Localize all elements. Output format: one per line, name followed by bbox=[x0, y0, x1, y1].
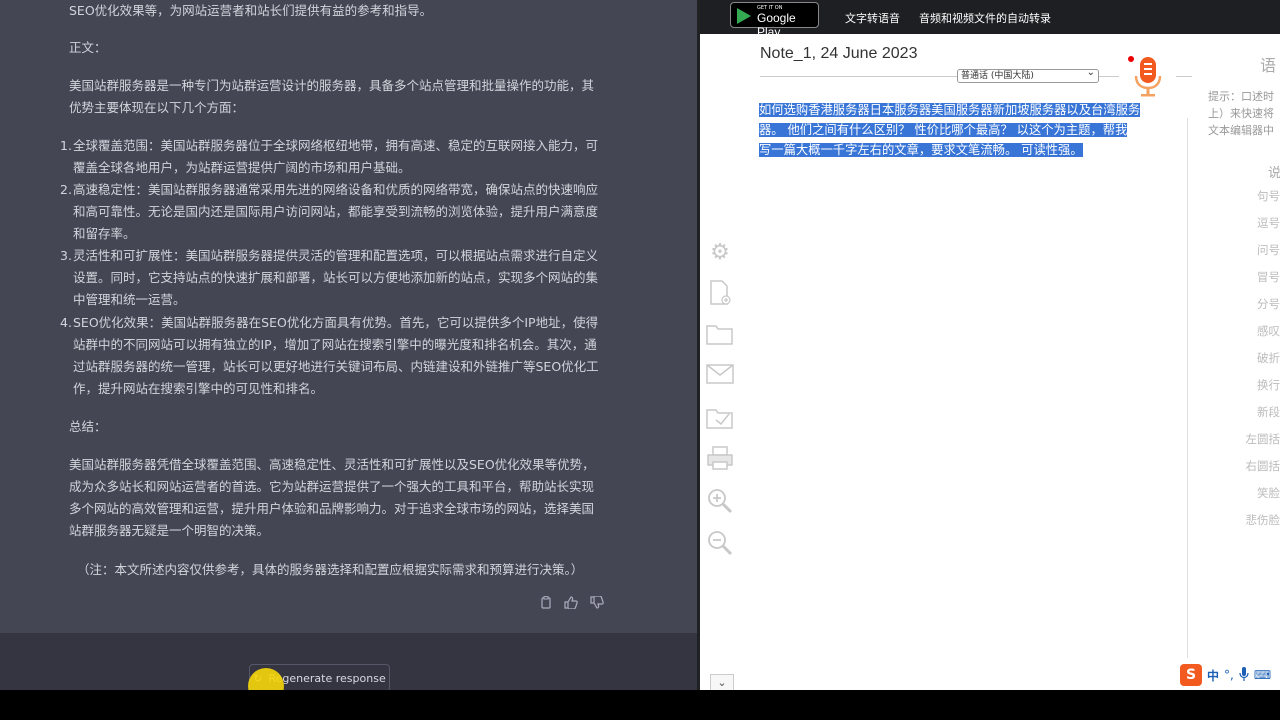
command-item[interactable]: 右圆括 bbox=[1246, 458, 1280, 474]
command-item[interactable]: 左圆括 bbox=[1246, 431, 1280, 447]
command-item[interactable]: 换行 bbox=[1257, 377, 1280, 393]
voice-input-icon[interactable] bbox=[1239, 666, 1249, 684]
email-icon[interactable] bbox=[706, 364, 734, 390]
zoom-out-icon[interactable] bbox=[706, 530, 734, 556]
app-topbar: GET IT ON Google Play 文字转语音 音频和视频文件的自动转录 bbox=[700, 0, 1280, 39]
zoom-in-icon[interactable] bbox=[706, 488, 734, 514]
command-item[interactable]: 句号 bbox=[1257, 188, 1280, 204]
google-play-icon bbox=[737, 8, 751, 24]
intro-line: SEO优化效果等，为网站运营者和站长们提供有益的参考和指导。 bbox=[69, 3, 433, 18]
list-item: 4. SEO优化效果：美国站群服务器在SEO优化方面具有优势。首先，它可以提供多… bbox=[60, 315, 599, 396]
copy-icon[interactable] bbox=[540, 596, 552, 612]
command-item[interactable]: 破折 bbox=[1257, 350, 1280, 366]
google-play-badge[interactable]: GET IT ON Google Play bbox=[730, 2, 819, 39]
command-item[interactable]: 笑脸 bbox=[1257, 485, 1280, 501]
summary-paragraph: 美国站群服务器凭借全球覆盖范围、高速稳定性、灵活性和可扩展性以及SEO优化效果等… bbox=[69, 457, 595, 538]
ime-language-toggle[interactable]: 中 bbox=[1207, 667, 1219, 684]
language-select[interactable]: 普通话 (中国大陆) bbox=[957, 67, 1099, 83]
command-item[interactable]: 感叹 bbox=[1257, 323, 1280, 339]
command-item[interactable]: 问号 bbox=[1257, 242, 1280, 258]
open-folder-icon[interactable] bbox=[706, 323, 734, 349]
print-icon[interactable] bbox=[706, 446, 734, 472]
command-item[interactable]: 分号 bbox=[1257, 296, 1280, 312]
nav-auto-transcription[interactable]: 音频和视频文件的自动转录 bbox=[919, 10, 1051, 26]
sogou-logo-icon[interactable]: S bbox=[1180, 664, 1202, 686]
list-item: 2. 高速稳定性：美国站群服务器通常采用先进的网络设备和优质的网络带宽，确保站点… bbox=[60, 182, 599, 241]
microphone-icon[interactable] bbox=[1133, 56, 1163, 102]
input-method-toolbar: S 中 °, ⌨ bbox=[1180, 662, 1280, 688]
new-document-icon[interactable] bbox=[706, 280, 734, 306]
screen-bottom-bar bbox=[0, 690, 1280, 720]
list-item: 1. 全球覆盖范围：美国站群服务器位于全球网络枢纽地带，拥有高速、稳定的互联网接… bbox=[60, 138, 599, 175]
command-item[interactable]: 逗号 bbox=[1257, 215, 1280, 231]
punctuation-icon[interactable]: °, bbox=[1224, 668, 1234, 682]
note-title: Note_1, 24 June 2023 bbox=[760, 45, 918, 62]
panel-separator bbox=[1187, 118, 1188, 658]
keyboard-icon[interactable]: ⌨ bbox=[1254, 668, 1271, 682]
divider-line bbox=[1176, 76, 1192, 77]
disclaimer-note: （注：本文所述内容仅供参考，具体的服务器选择和配置应根据实际需求和预算进行决策。… bbox=[77, 562, 584, 577]
commands-header: 说 bbox=[1268, 166, 1280, 181]
list-item: 3. 灵活性和可扩展性：美国站群服务器提供灵活的管理和配置选项，可以根据站点需求… bbox=[60, 248, 599, 307]
chat-panel: SEO优化效果等，为网站运营者和站长们提供有益的参考和指导。 正文： 美国站群服… bbox=[0, 0, 697, 690]
body-label: 正文： bbox=[69, 40, 107, 55]
commands-title: 语 bbox=[1260, 56, 1277, 75]
thumbs-up-icon[interactable] bbox=[564, 596, 578, 612]
command-item[interactable]: 悲伤脸 bbox=[1246, 512, 1280, 528]
message-actions bbox=[540, 595, 604, 612]
dictation-app: GET IT ON Google Play 文字转语音 音频和视频文件的自动转录… bbox=[700, 0, 1280, 692]
commands-hint: 提示：口述时 上）来快速将 文本编辑器中 bbox=[1208, 90, 1274, 137]
save-document-icon[interactable] bbox=[706, 406, 734, 432]
para1-line2: 优势主要体现在以下几个方面： bbox=[69, 100, 245, 115]
dictation-text-area[interactable]: 如何选购香港服务器日本服务器美国服务器新加坡服务器以及台湾服务 器。 他们之间有… bbox=[759, 100, 1159, 160]
divider-line bbox=[1099, 76, 1119, 77]
nav-text-to-speech[interactable]: 文字转语音 bbox=[845, 10, 900, 26]
command-item[interactable]: 冒号 bbox=[1257, 269, 1280, 285]
command-item[interactable]: 新段 bbox=[1257, 404, 1280, 420]
thumbs-down-icon[interactable] bbox=[590, 595, 604, 612]
divider-line bbox=[760, 76, 957, 77]
summary-label: 总结： bbox=[69, 419, 107, 434]
para1-line1: 美国站群服务器是一种专门为站群运营设计的服务器，具备多个站点管理和批量操作的功能… bbox=[69, 78, 595, 93]
settings-gear-icon[interactable]: ⚙ bbox=[706, 240, 734, 266]
